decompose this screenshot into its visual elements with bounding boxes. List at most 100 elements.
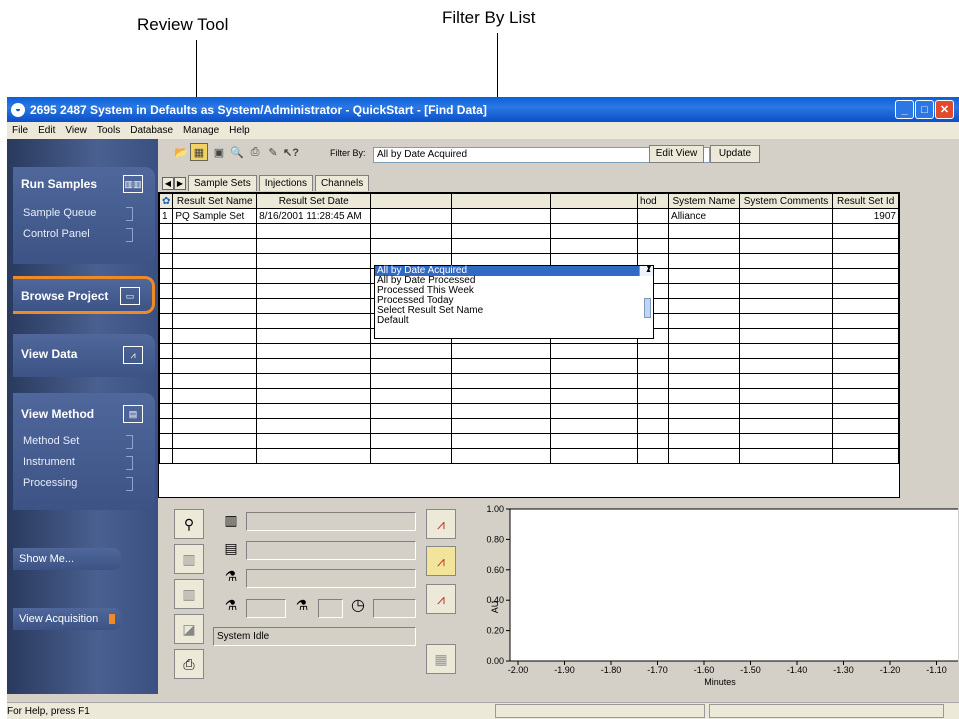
table-cell[interactable] [172,433,258,449]
table-row[interactable] [159,238,899,254]
table-cell[interactable] [832,268,899,284]
table-cell[interactable] [172,238,258,254]
table-cell[interactable] [549,358,639,374]
menu-view[interactable]: View [60,125,92,136]
table-cell[interactable] [549,238,639,254]
table-cell[interactable] [738,358,834,374]
update-button[interactable]: Update [710,145,760,163]
table-cell[interactable] [159,448,174,464]
table-cell[interactable] [172,253,258,269]
table-cell[interactable] [256,313,372,329]
column-header[interactable] [370,193,452,209]
table-cell[interactable] [738,418,834,434]
table-cell[interactable] [370,403,452,419]
table-row[interactable] [159,403,899,419]
table-row[interactable] [159,448,899,464]
table-cell[interactable] [172,403,258,419]
probe-icon[interactable]: ⚲ [174,509,204,539]
table-cell[interactable] [450,238,551,254]
table-cell[interactable] [549,223,639,239]
stop-icon[interactable]: ◪ [174,614,204,644]
table-cell[interactable] [832,298,899,314]
table-cell[interactable] [172,223,258,239]
review-tool-icon[interactable]: ▦ [190,143,208,161]
table-row[interactable] [159,418,899,434]
table-cell[interactable] [370,358,452,374]
table-cell[interactable] [637,223,670,239]
table-cell[interactable] [668,418,740,434]
table-cell[interactable] [172,298,258,314]
table-cell[interactable] [738,268,834,284]
column-header[interactable] [549,193,639,209]
table-cell[interactable] [450,433,551,449]
table-cell[interactable] [738,433,834,449]
spectrum-icon[interactable]: ▦ [426,644,456,674]
table-cell[interactable] [172,418,258,434]
table-cell[interactable] [832,433,899,449]
table-cell[interactable] [832,448,899,464]
table-cell[interactable] [738,388,834,404]
table-cell[interactable] [256,343,372,359]
table-cell[interactable] [159,418,174,434]
table-cell[interactable] [832,328,899,344]
table-cell[interactable] [832,343,899,359]
column-header-method[interactable]: hod [637,193,670,209]
table-cell[interactable] [450,208,551,224]
signoff-icon[interactable]: ✎ [264,143,282,161]
table-cell[interactable] [159,373,174,389]
table-cell[interactable] [549,208,639,224]
table-cell[interactable] [159,298,174,314]
table-cell[interactable] [637,433,670,449]
table-cell[interactable] [159,253,174,269]
table-cell[interactable] [549,343,639,359]
table-cell[interactable] [637,358,670,374]
table-cell[interactable] [637,238,670,254]
table-cell[interactable] [159,223,174,239]
table-cell[interactable] [256,268,372,284]
table-cell[interactable] [172,448,258,464]
table-cell[interactable] [256,223,372,239]
table-cell[interactable] [832,283,899,299]
sidebar-item-processing[interactable]: Processing [13,473,155,494]
table-cell[interactable] [832,373,899,389]
table-cell[interactable] [450,373,551,389]
scroll-thumb[interactable] [644,298,651,318]
edit-view-button[interactable]: Edit View [649,145,704,163]
table-cell[interactable] [668,448,740,464]
printer-icon[interactable]: ⎙ [174,649,204,679]
table-cell[interactable] [450,418,551,434]
table-cell[interactable] [450,358,551,374]
table-cell[interactable] [637,373,670,389]
table-cell[interactable] [172,268,258,284]
table-cell[interactable] [668,238,740,254]
table-cell[interactable] [256,448,372,464]
table-cell[interactable] [637,418,670,434]
table-cell[interactable] [549,448,639,464]
table-cell[interactable] [256,388,372,404]
table-cell[interactable] [256,298,372,314]
table-cell[interactable] [832,313,899,329]
menu-database[interactable]: Database [125,125,178,136]
table-cell[interactable] [256,403,372,419]
table-cell[interactable] [159,268,174,284]
sidebar-item-control-panel[interactable]: Control Panel [13,224,155,245]
table-cell[interactable] [172,328,258,344]
table-cell[interactable] [159,403,174,419]
menu-file[interactable]: File [7,125,33,136]
table-cell[interactable] [450,403,551,419]
table-cell[interactable] [668,433,740,449]
column-header-result-set-id[interactable]: Result Set Id [832,193,899,209]
table-cell[interactable] [668,388,740,404]
menu-help[interactable]: Help [224,125,255,136]
table-cell[interactable] [256,283,372,299]
cell-system-comments[interactable] [738,208,834,224]
table-cell[interactable] [549,403,639,419]
table-cell[interactable] [832,238,899,254]
close-button[interactable]: ✕ [935,100,954,119]
dropdown-scrollbar[interactable]: ▲ ▼ [639,265,653,318]
browse-project-button[interactable]: Browse Project ▭ [13,276,155,314]
table-cell[interactable] [159,343,174,359]
table-cell[interactable] [637,208,670,224]
table-cell[interactable] [370,388,452,404]
table-cell[interactable] [370,433,452,449]
